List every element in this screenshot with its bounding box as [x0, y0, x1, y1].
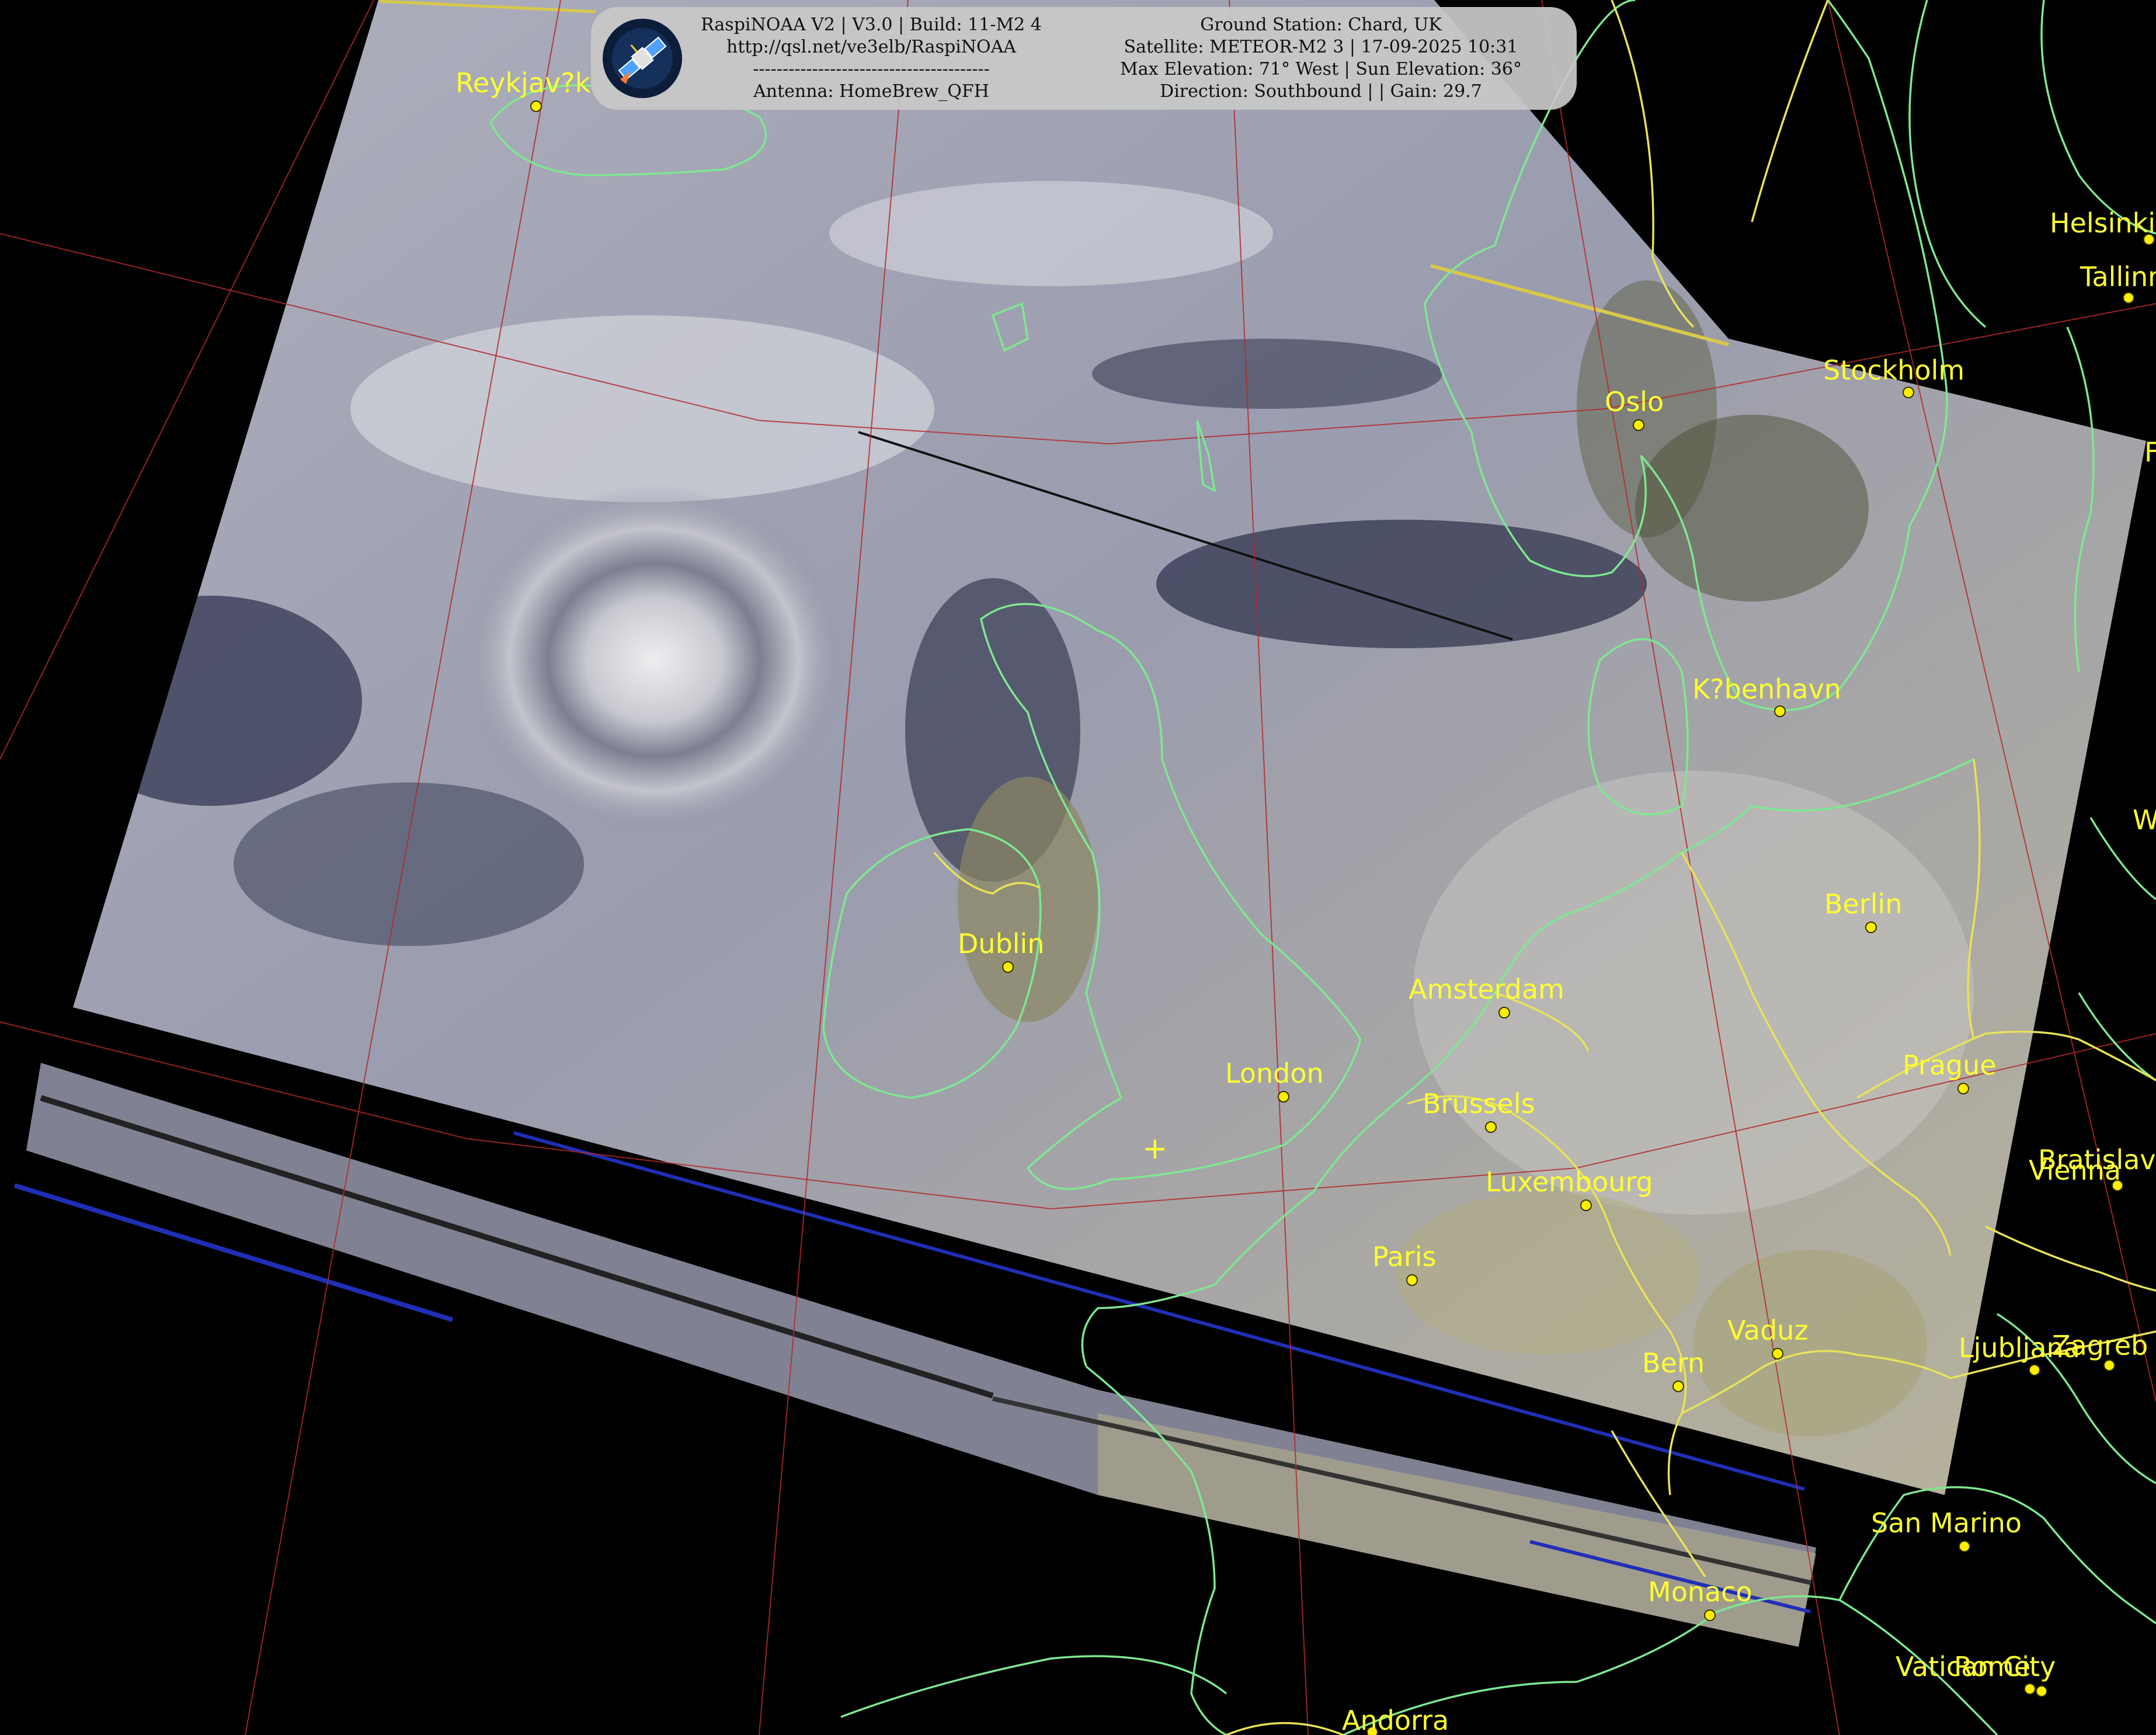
city-label: Paris	[1372, 1241, 1437, 1272]
header-line: Direction: Southbound | | Gain: 29.7	[1160, 81, 1482, 102]
city-andorra: Andorra	[1342, 1705, 1449, 1735]
satellite-map: Reykjav?k Helsinki Tallinn Stockholm Osl…	[0, 0, 2156, 1735]
header-line: ----------------------------------------	[753, 59, 990, 79]
city-label: K?benhavn	[1692, 673, 1841, 705]
city-label: Stockholm	[1823, 354, 1964, 386]
city-san-marino: San Marino	[1871, 1507, 2022, 1552]
city-zagreb: Zagreb	[2052, 1330, 2148, 1371]
city-helsinki: Helsinki	[2050, 207, 2155, 245]
city-label: Bern	[1642, 1347, 1705, 1379]
city-label: W	[2133, 804, 2156, 836]
ground-station-marker: +	[1142, 1131, 1168, 1166]
city-label: Rome	[1954, 1651, 2030, 1682]
city-f-edge: F	[2144, 436, 2156, 468]
city-label: Amsterdam	[1409, 973, 1564, 1005]
city-w-edge: W	[2133, 804, 2156, 836]
city-label: Brussels	[1423, 1088, 1535, 1119]
header-line: Antenna: HomeBrew_QFH	[753, 81, 989, 102]
header-line: Satellite: METEOR-M2 3 | 17-09-2025 10:3…	[1124, 37, 1518, 57]
city-label: Dublin	[958, 928, 1045, 959]
header-line: http://qsl.net/ve3elb/RaspiNOAA	[726, 37, 1016, 57]
city-bratislava: Bratislava	[2038, 1144, 2156, 1176]
pass-info-header: RaspiNOAA V2 | V3.0 | Build: 11-M2 4 htt…	[591, 7, 1577, 110]
header-right-column: Ground Station: Chard, UK Satellite: MET…	[1082, 14, 1560, 103]
city-label: Bratislava	[2038, 1144, 2156, 1176]
header-line: RaspiNOAA V2 | V3.0 | Build: 11-M2 4	[701, 15, 1042, 35]
city-label: Andorra	[1342, 1705, 1449, 1735]
city-label: London	[1225, 1058, 1324, 1089]
satellite-image	[13, 0, 2146, 1647]
city-label: Berlin	[1824, 888, 1903, 920]
city-label: San Marino	[1871, 1507, 2022, 1539]
city-label: Prague	[1903, 1049, 1997, 1081]
city-label: Vaduz	[1727, 1315, 1809, 1346]
city-label: Helsinki	[2050, 207, 2155, 239]
city-label: Reykjav?k	[455, 67, 591, 99]
city-label: Luxembourg	[1486, 1166, 1653, 1198]
city-label: Oslo	[1605, 386, 1664, 418]
header-line: Ground Station: Chard, UK	[1200, 15, 1442, 35]
header-line: Max Elevation: 71° West | Sun Elevation:…	[1120, 59, 1522, 79]
header-left-column: RaspiNOAA V2 | V3.0 | Build: 11-M2 4 htt…	[690, 14, 1052, 103]
satellite-icon	[603, 19, 682, 98]
city-label: F	[2144, 436, 2156, 468]
city-label: Zagreb	[2052, 1330, 2148, 1361]
city-label: Monaco	[1648, 1576, 1752, 1608]
city-label: Tallinn	[2080, 261, 2156, 293]
city-tallinn: Tallinn	[2080, 261, 2156, 304]
